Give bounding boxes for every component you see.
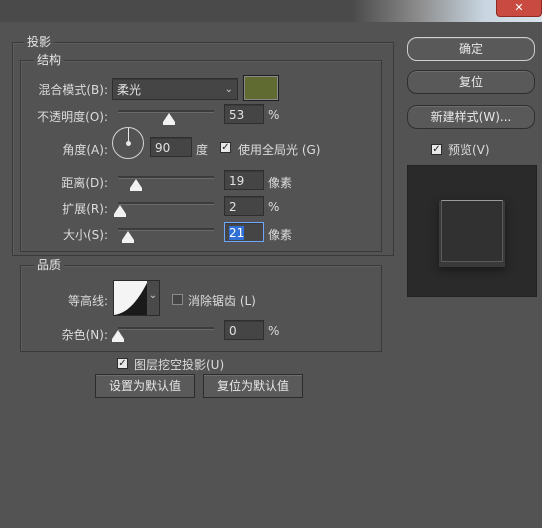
use-global-light-checkbox[interactable]: ✓	[220, 142, 231, 153]
reset-button[interactable]: 复位	[407, 70, 535, 94]
spread-slider-track[interactable]	[118, 202, 214, 205]
contour-picker[interactable]	[113, 280, 149, 316]
size-label: 大小(S):	[62, 228, 108, 242]
use-global-light-label[interactable]: 使用全局光 (G)	[238, 141, 320, 158]
contour-curve-icon	[114, 281, 148, 315]
make-default-button[interactable]: 设置为默认值	[95, 374, 195, 398]
chevron-down-icon: ⌄	[224, 84, 233, 95]
ok-button[interactable]: 确定	[407, 37, 535, 61]
angle-dial-center	[126, 141, 131, 146]
quality-group-title: 品质	[34, 256, 65, 273]
contour-label: 等高线:	[67, 294, 108, 308]
noise-label: 杂色(N):	[61, 328, 108, 342]
contour-dropdown-button[interactable]: ⌄	[147, 280, 160, 316]
shadow-color-swatch[interactable]	[243, 75, 279, 101]
noise-unit: %	[268, 324, 280, 338]
distance-unit: 像素	[268, 176, 293, 190]
reset-default-button[interactable]: 复位为默认值	[203, 374, 303, 398]
size-slider-thumb[interactable]	[121, 231, 134, 243]
knockout-checkbox[interactable]: ✓	[117, 358, 128, 369]
distance-slider-thumb[interactable]	[130, 179, 143, 191]
opacity-unit: %	[268, 108, 280, 122]
angle-input[interactable]: 90	[150, 137, 192, 157]
opacity-label: 不透明度(O):	[37, 110, 108, 124]
distance-input[interactable]: 19	[224, 170, 264, 190]
antialias-checkbox[interactable]	[172, 294, 183, 305]
opacity-slider-thumb[interactable]	[162, 113, 175, 125]
size-input-value: 21	[229, 226, 245, 240]
structure-group-title: 结构	[34, 51, 65, 68]
preview-panel	[407, 165, 537, 297]
antialias-label[interactable]: 消除锯齿 (L)	[188, 292, 256, 309]
window-titlebar: ✕	[0, 0, 542, 22]
knockout-label[interactable]: 图层挖空投影(U)	[134, 356, 224, 373]
preview-label[interactable]: 预览(V)	[448, 141, 490, 158]
angle-dial[interactable]	[112, 127, 144, 159]
opacity-input[interactable]: 53	[224, 104, 264, 124]
spread-label: 扩展(R):	[62, 202, 108, 216]
close-window-button[interactable]: ✕	[496, 0, 542, 17]
preview-square	[441, 200, 503, 262]
angle-unit: 度	[196, 143, 209, 157]
noise-input[interactable]: 0	[224, 320, 264, 340]
spread-unit: %	[268, 200, 280, 214]
new-style-button[interactable]: 新建样式(W)...	[407, 105, 535, 129]
angle-label: 角度(A):	[62, 143, 108, 157]
noise-slider-thumb[interactable]	[112, 330, 124, 342]
blend-mode-label: 混合模式(B):	[38, 83, 108, 97]
distance-label: 距离(D):	[61, 176, 108, 190]
size-unit: 像素	[268, 228, 293, 242]
preview-checkbox[interactable]: ✓	[431, 144, 442, 155]
noise-slider-track[interactable]	[118, 327, 214, 330]
drop-shadow-group-title: 投影	[24, 33, 55, 50]
size-input[interactable]: 21	[224, 222, 264, 242]
spread-input[interactable]: 2	[224, 196, 264, 216]
spread-slider-thumb[interactable]	[113, 205, 126, 217]
blend-mode-select[interactable]: 柔光 ⌄	[112, 78, 238, 100]
blend-mode-value: 柔光	[117, 83, 142, 97]
